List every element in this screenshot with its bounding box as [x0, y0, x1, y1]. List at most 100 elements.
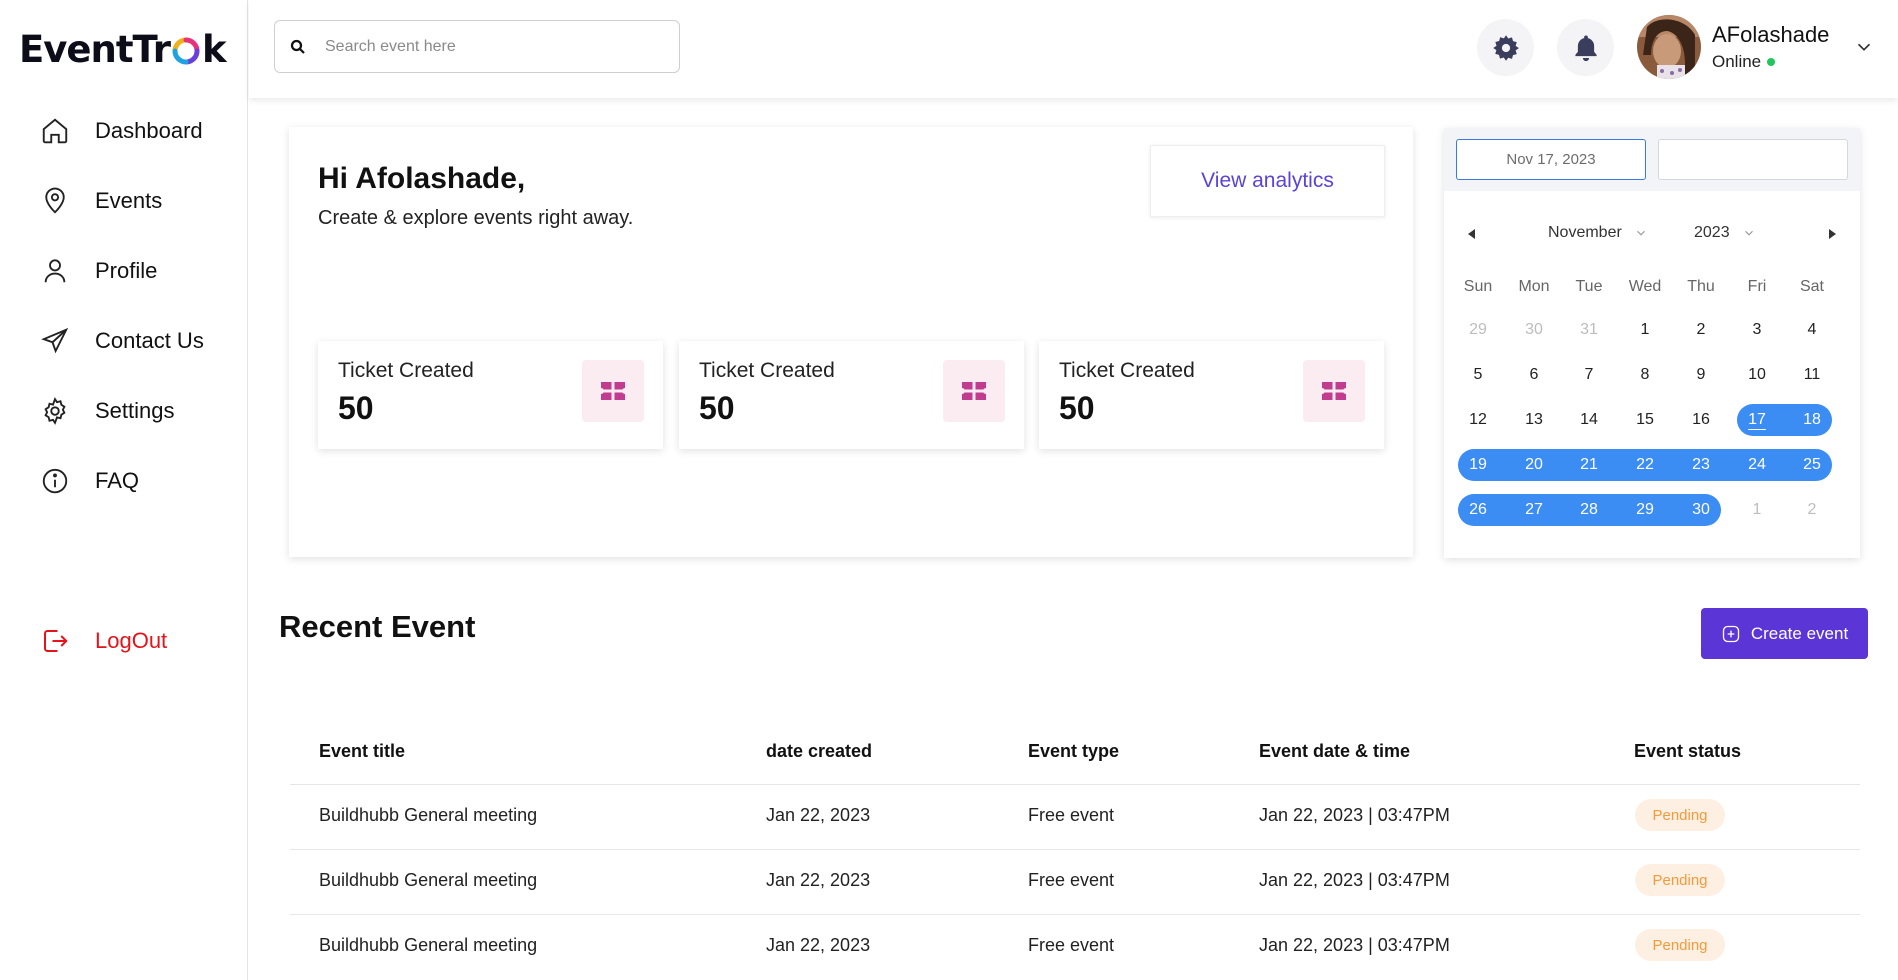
- weekday-label: Thu: [1687, 278, 1715, 295]
- column-header-event-type: Event type: [1028, 741, 1120, 761]
- calendar-day[interactable]: 2: [1784, 494, 1840, 526]
- calendar-day[interactable]: 12: [1450, 404, 1506, 436]
- calendar-day[interactable]: 6: [1506, 359, 1562, 391]
- stat-value: 50: [699, 390, 735, 426]
- next-month-icon[interactable]: [1824, 226, 1840, 242]
- event-datetime-cell: Jan 22, 2023 | 03:47PM: [1259, 870, 1450, 890]
- brand-logo[interactable]: EventTr k: [19, 28, 227, 71]
- stat-label: Ticket Created: [338, 359, 474, 382]
- calendar-day[interactable]: 29: [1617, 494, 1673, 526]
- search-input[interactable]: [325, 37, 645, 56]
- sidebar-item-label: Contact Us: [95, 328, 204, 353]
- calendar-day[interactable]: 11: [1784, 359, 1840, 391]
- greeting-title: Hi Afolashade,: [318, 162, 526, 195]
- sidebar-item-settings[interactable]: Settings: [40, 396, 175, 426]
- calendar-day[interactable]: 22: [1617, 449, 1673, 481]
- search-box[interactable]: [274, 20, 680, 73]
- date-created-cell: Jan 22, 2023: [766, 870, 871, 890]
- weekday-label: Fri: [1747, 278, 1767, 295]
- calendar-day[interactable]: 3: [1729, 314, 1785, 346]
- avatar[interactable]: [1637, 15, 1701, 79]
- calendar-day[interactable]: 24: [1729, 449, 1785, 481]
- table-row[interactable]: Buildhubb General meeting Jan 22, 2023 F…: [290, 784, 1860, 849]
- calendar-day[interactable]: 23: [1673, 449, 1729, 481]
- calendar-day[interactable]: 26: [1450, 494, 1506, 526]
- gear-icon: [1492, 34, 1519, 61]
- calendar-day[interactable]: 18: [1784, 404, 1840, 436]
- table-row[interactable]: Buildhubb General meeting Jan 22, 2023 F…: [290, 914, 1860, 979]
- calendar-day[interactable]: 29: [1450, 314, 1506, 346]
- user-status: Online: [1712, 52, 1776, 72]
- status-badge: Pending: [1635, 864, 1725, 896]
- calendar-day[interactable]: 20: [1506, 449, 1562, 481]
- calendar-day[interactable]: 1: [1617, 314, 1673, 346]
- column-header-event-status: Event status: [1634, 741, 1742, 761]
- stat-card: Ticket Created 50: [1039, 341, 1384, 449]
- welcome-card: Hi Afolashade, Create & explore events r…: [289, 127, 1413, 557]
- calendar-day[interactable]: 5: [1450, 359, 1506, 391]
- stat-icon-box: [582, 360, 644, 422]
- calendar-day[interactable]: 9: [1673, 359, 1729, 391]
- calendar-day[interactable]: 2: [1673, 314, 1729, 346]
- month-select[interactable]: November: [1548, 224, 1648, 242]
- calendar-day[interactable]: 16: [1673, 404, 1729, 436]
- logout-icon: [44, 630, 68, 652]
- sidebar-item-profile[interactable]: Profile: [40, 256, 157, 286]
- sidebar-item-contact-us[interactable]: Contact Us: [40, 326, 204, 356]
- calendar-day[interactable]: 21: [1561, 449, 1617, 481]
- calendar-day[interactable]: 30: [1506, 314, 1562, 346]
- search-icon: [290, 39, 305, 54]
- event-type-cell: Free event: [1028, 870, 1115, 890]
- calendar-day[interactable]: 7: [1561, 359, 1617, 391]
- calendar-day[interactable]: 28: [1561, 494, 1617, 526]
- calendar-day[interactable]: 13: [1506, 404, 1562, 436]
- end-date-field[interactable]: [1658, 139, 1848, 180]
- ticket-icon: [601, 382, 625, 400]
- year-select[interactable]: 2023: [1694, 224, 1756, 242]
- create-event-button[interactable]: Create event: [1701, 608, 1868, 659]
- sidebar-item-events[interactable]: Events: [40, 186, 162, 216]
- month-label: November: [1548, 224, 1622, 241]
- calendar-day[interactable]: 10: [1729, 359, 1785, 391]
- calendar-day[interactable]: 25: [1784, 449, 1840, 481]
- previous-month-icon[interactable]: [1464, 226, 1480, 242]
- event-title-cell: Buildhubb General meeting: [319, 870, 538, 890]
- weekday-label: Mon: [1518, 278, 1550, 295]
- calendar-day[interactable]: 30: [1673, 494, 1729, 526]
- calendar-day[interactable]: 14: [1561, 404, 1617, 436]
- sidebar-item-dashboard[interactable]: Dashboard: [40, 116, 203, 146]
- chevron-down-icon: [1744, 230, 1753, 236]
- brand-logo-text-start: EventTr: [19, 28, 171, 71]
- create-event-label: Create event: [1750, 623, 1849, 643]
- table-row[interactable]: Buildhubb General meeting Jan 22, 2023 F…: [290, 849, 1860, 914]
- calendar-day[interactable]: 4: [1784, 314, 1840, 346]
- calendar-day[interactable]: 17: [1729, 404, 1785, 436]
- calendar-day[interactable]: 15: [1617, 404, 1673, 436]
- settings-button[interactable]: [1477, 19, 1534, 76]
- calendar-day[interactable]: 1: [1729, 494, 1785, 526]
- column-header-date-created: date created: [766, 741, 873, 761]
- calendar-day[interactable]: 27: [1506, 494, 1562, 526]
- chevron-down-icon[interactable]: [1853, 36, 1875, 58]
- stat-value: 50: [338, 390, 374, 426]
- start-date-field[interactable]: Nov 17, 2023: [1456, 139, 1646, 180]
- sidebar-item-label: Dashboard: [95, 118, 203, 143]
- event-type-cell: Free event: [1028, 935, 1115, 955]
- home-icon: [42, 118, 68, 144]
- column-header-event-datetime: Event date & time: [1259, 741, 1411, 761]
- calendar-day[interactable]: 31: [1561, 314, 1617, 346]
- calendar-day[interactable]: 19: [1450, 449, 1506, 481]
- sidebar-item-faq[interactable]: FAQ: [40, 466, 139, 496]
- greeting-subtitle: Create & explore events right away.: [318, 207, 634, 229]
- bell-icon: [1574, 35, 1597, 61]
- status-badge: Pending: [1635, 929, 1725, 961]
- calendar-day[interactable]: 8: [1617, 359, 1673, 391]
- sidebar-item-label: Profile: [95, 258, 158, 283]
- user-status-label: Online: [1712, 52, 1762, 71]
- logout-button[interactable]: LogOut: [40, 626, 167, 656]
- info-icon: [42, 468, 68, 494]
- notifications-button[interactable]: [1557, 19, 1614, 76]
- brand-logo-text-end: k: [201, 28, 227, 71]
- status-badge: Pending: [1635, 799, 1725, 831]
- view-analytics-button[interactable]: View analytics: [1150, 145, 1385, 217]
